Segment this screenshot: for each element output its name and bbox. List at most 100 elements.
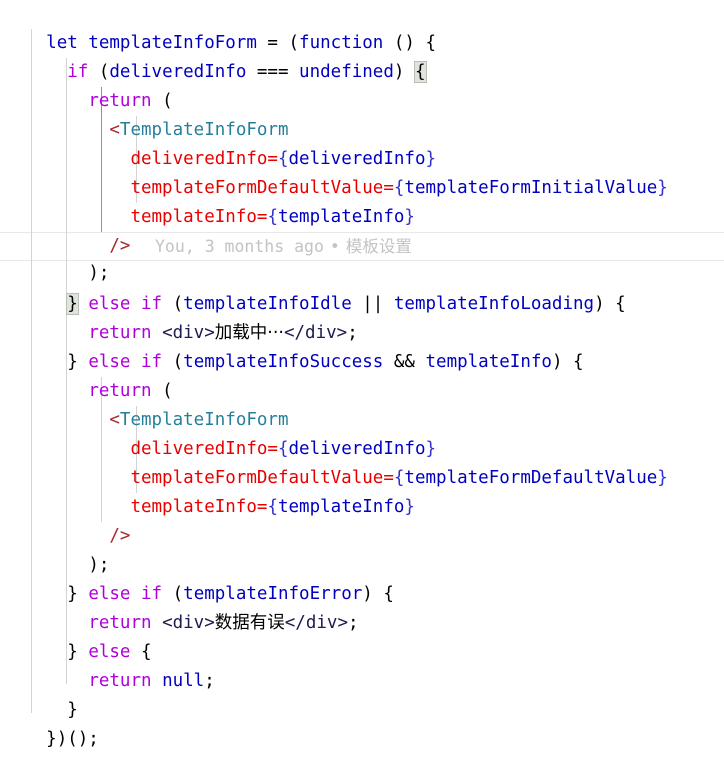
token-jsx-equals: =	[383, 178, 394, 198]
token-iife-close: })();	[46, 729, 99, 749]
token-punct: (	[88, 62, 110, 82]
token-identifier-templateInfoIdle: templateInfoIdle	[183, 294, 352, 314]
blame-author: You,	[155, 237, 195, 256]
code-line-17-content: templateInfo={templateInfo}	[42, 493, 415, 522]
token-jsx-expr-close: }	[657, 178, 668, 198]
code-editor[interactable]: let templateInfoForm = (function () { if…	[0, 0, 724, 749]
git-blame-annotation[interactable]: You, 3 months ago • 模板设置	[155, 233, 412, 260]
blame-commit-message: 模板设置	[345, 237, 412, 256]
token-jsx-equals: =	[267, 149, 278, 169]
code-line-20-content: } else if (templateInfoError) {	[42, 580, 394, 609]
token-jsx-attribute-templateFormDefaultValue: templateFormDefaultValue	[130, 178, 384, 198]
token-keyword-else: else	[77, 294, 141, 314]
code-line-2-content: if (deliveredInfo === undefined) {	[42, 58, 427, 87]
blame-when: 3 months ago	[204, 237, 324, 256]
token-html-close-div: </div>	[284, 613, 348, 633]
token-punct: );	[88, 555, 110, 575]
token-semicolon: ;	[204, 671, 215, 691]
token-punct: {	[130, 642, 152, 662]
code-line-22-content: } else {	[42, 638, 151, 667]
token-jsx-attribute-deliveredInfo: deliveredInfo	[130, 439, 268, 459]
code-line-18-content: />	[42, 522, 130, 551]
bracket-match-close: }	[66, 293, 79, 315]
token-jsx-self-close: />	[109, 236, 131, 256]
code-line-25[interactable]: })();	[0, 696, 724, 749]
code-line-23-content: return null;	[42, 667, 215, 696]
code-line-6-content: templateFormDefaultValue={templateFormIn…	[42, 174, 668, 203]
token-jsx-attribute-deliveredInfo: deliveredInfo	[130, 149, 268, 169]
token-semicolon: ;	[347, 323, 358, 343]
token-identifier-templateInfoSuccess: templateInfoSuccess	[183, 352, 384, 372]
token-punct: ) {	[362, 584, 394, 604]
token-keyword-if: if	[141, 352, 163, 372]
token-jsx-open-bracket: <	[109, 410, 120, 430]
token-keyword-if: if	[141, 584, 163, 604]
token-punct: )	[393, 62, 415, 82]
token-keyword-else: else	[88, 642, 131, 662]
code-line-9-content: );	[42, 260, 109, 287]
code-line-11-content: return <div>加载中···</div>;	[42, 319, 358, 348]
token-jsx-expr-value: deliveredInfo	[288, 439, 426, 459]
code-line-1-content: let templateInfoForm = (function () {	[42, 29, 436, 58]
token-jsx-expr-open: {	[267, 207, 278, 227]
code-line-8-content: />	[42, 232, 130, 261]
token-jsx-expr-open: {	[393, 468, 405, 488]
token-keyword-else: else	[77, 352, 141, 372]
token-punct: (	[151, 381, 173, 401]
token-punct: );	[88, 263, 110, 283]
token-identifier-templateInfo: templateInfo	[425, 352, 552, 372]
code-line-25-content: })();	[42, 725, 99, 754]
token-jsx-equals: =	[383, 468, 394, 488]
code-line-13-content: return (	[42, 377, 172, 406]
token-jsx-expr-value: templateFormInitialValue	[404, 178, 658, 198]
token-jsx-expr-open: {	[393, 178, 405, 198]
code-line-16-content: templateFormDefaultValue={templateFormDe…	[42, 464, 667, 493]
token-brace: }	[67, 352, 78, 372]
token-jsx-expr-value: deliveredInfo	[288, 149, 426, 169]
token-punct: = (	[256, 33, 300, 53]
token-jsx-attribute-templateInfo: templateInfo	[130, 207, 257, 227]
token-jsx-component-name: TemplateInfoForm	[119, 120, 289, 140]
token-brace: }	[67, 642, 89, 662]
token-jsx-equals: =	[256, 497, 268, 517]
token-punct: (	[162, 352, 184, 372]
token-jsx-expr-value: templateInfo	[277, 207, 405, 227]
token-jsx-expr-close: }	[425, 149, 437, 169]
code-line-12-content: } else if (templateInfoSuccess && templa…	[42, 348, 583, 377]
token-jsx-self-close: />	[109, 526, 131, 546]
code-line-1[interactable]: let templateInfoForm = (function () {	[0, 0, 724, 53]
token-identifier-templateInfoLoading: templateInfoLoading	[393, 294, 595, 314]
token-keyword-function: function	[299, 33, 384, 53]
token-text-loading: 加载中···	[214, 323, 284, 343]
token-operator-strict-equals: ===	[246, 62, 300, 82]
token-identifier-undefined: undefined	[299, 62, 394, 82]
token-keyword-let: let	[46, 33, 78, 53]
token-jsx-expr-close: }	[404, 497, 415, 517]
code-line-21-content: return <div>数据有误</div>;	[42, 609, 358, 638]
token-text-data-error: 数据有误	[214, 613, 285, 633]
token-jsx-equals: =	[256, 207, 268, 227]
token-punct: ) {	[551, 352, 584, 372]
token-keyword-return: return	[88, 671, 152, 691]
token-jsx-attribute-templateFormDefaultValue: templateFormDefaultValue	[130, 468, 384, 488]
code-line-19-content: );	[42, 551, 109, 580]
token-keyword-return: return	[88, 613, 152, 633]
token-identifier-templateInfoError: templateInfoError	[183, 584, 363, 604]
token-jsx-component-name: TemplateInfoForm	[119, 410, 289, 430]
